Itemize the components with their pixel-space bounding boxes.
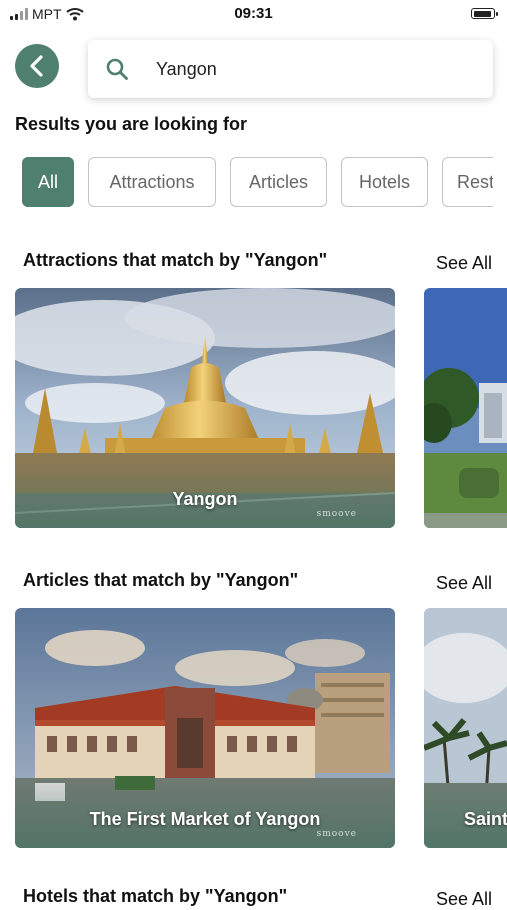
- filter-chips: All Attractions Articles Hotels Rest: [22, 157, 493, 209]
- battery-icon: [471, 8, 498, 19]
- article-card-label: The First Market of Yangon: [89, 809, 321, 829]
- back-button[interactable]: [15, 44, 59, 88]
- attraction-card-label: Yangon: [172, 489, 238, 509]
- chip-attractions[interactable]: Attractions: [88, 157, 216, 207]
- park-image: [424, 288, 507, 528]
- article-card-partial[interactable]: Saint: [424, 608, 507, 848]
- search-box[interactable]: Yangon: [88, 40, 493, 98]
- results-title: Results you are looking for: [15, 114, 248, 134]
- status-bar: MPT 09:31: [0, 0, 507, 28]
- card-watermark: smoove: [316, 509, 357, 519]
- card-watermark: smoove: [316, 829, 357, 839]
- articles-see-all-link[interactable]: See All: [436, 573, 492, 594]
- chevron-left-icon: [30, 55, 43, 77]
- hotels-section-title: Hotels that match by "Yangon": [23, 886, 288, 906]
- attractions-section-title: Attractions that match by "Yangon": [23, 250, 328, 270]
- status-time: 09:31: [234, 5, 273, 22]
- article-card-first-market[interactable]: The First Market of Yangon smoove: [15, 608, 395, 848]
- articles-section-title: Articles that match by "Yangon": [23, 570, 299, 590]
- chip-all[interactable]: All: [22, 157, 74, 207]
- attraction-card-yangon[interactable]: Yangon smoove: [15, 288, 395, 528]
- chip-restaurants[interactable]: Rest: [442, 157, 493, 207]
- chip-articles[interactable]: Articles: [230, 157, 327, 207]
- chip-hotels[interactable]: Hotels: [341, 157, 428, 207]
- attractions-see-all-link[interactable]: See All: [436, 253, 492, 274]
- search-icon: [106, 58, 128, 80]
- article-card-label-partial: Saint: [464, 809, 507, 829]
- search-input[interactable]: Yangon: [156, 59, 217, 80]
- attraction-card-partial[interactable]: [424, 288, 507, 528]
